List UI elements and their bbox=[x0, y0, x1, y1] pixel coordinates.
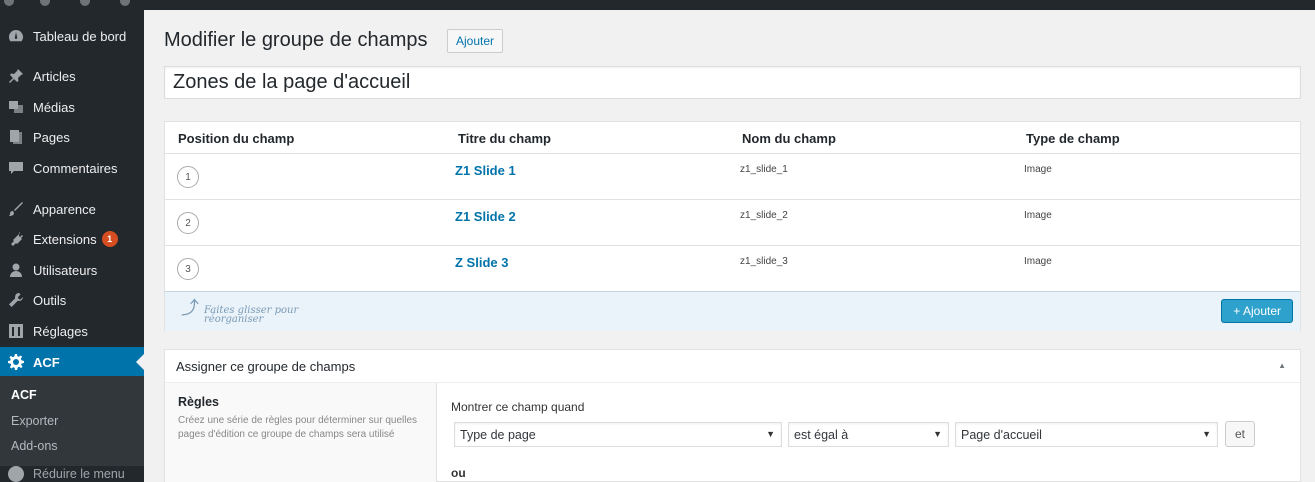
sidebar-item-label: Pages bbox=[33, 129, 70, 145]
collapse-menu-button[interactable]: Réduire le menu bbox=[0, 462, 144, 482]
submenu-item-acf[interactable]: ACF bbox=[11, 388, 37, 402]
field-title-link[interactable]: Z1 Slide 1 bbox=[455, 163, 516, 178]
location-rules-box: Assigner ce groupe de champs ▲ Règles Cr… bbox=[164, 349, 1301, 482]
sidebar-item-comments[interactable]: Commentaires bbox=[0, 153, 144, 183]
rule-operator-select[interactable]: est égal à ▼ bbox=[788, 422, 949, 447]
sidebar-item-extensions[interactable]: Extensions 1 bbox=[0, 224, 144, 254]
field-type: Image bbox=[1024, 256, 1052, 267]
sidebar-item-label: Médias bbox=[33, 99, 75, 115]
column-header-title: Titre du champ bbox=[458, 131, 551, 146]
table-row[interactable]: 1 Z1 Slide 1 z1_slide_1 Image bbox=[165, 154, 1300, 200]
sidebar-item-label: Outils bbox=[33, 292, 67, 308]
sidebar-item-label: Apparence bbox=[33, 201, 96, 217]
brush-icon bbox=[8, 201, 24, 217]
sidebar-item-media[interactable]: Médias bbox=[0, 92, 144, 122]
sidebar-item-settings[interactable]: Réglages bbox=[0, 316, 144, 346]
sidebar-item-label: Commentaires bbox=[33, 160, 118, 176]
rule-value-value: Page d'accueil bbox=[961, 427, 1042, 442]
comment-icon bbox=[8, 160, 24, 176]
pages-icon bbox=[8, 129, 24, 145]
add-field-button[interactable]: + Ajouter bbox=[1221, 299, 1293, 323]
plugin-icon bbox=[8, 231, 24, 247]
rules-description-panel: Règles Créez une série de règles pour dé… bbox=[165, 383, 437, 482]
column-header-type: Type de champ bbox=[1026, 131, 1120, 146]
dashboard-icon bbox=[8, 28, 24, 44]
rules-description: Créez une série de règles pour détermine… bbox=[178, 415, 418, 440]
sidebar-item-dashboard[interactable]: Tableau de bord bbox=[0, 21, 144, 51]
rule-param-value: Type de page bbox=[460, 427, 536, 442]
field-name: z1_slide_2 bbox=[740, 210, 788, 221]
sidebar-item-pages[interactable]: Pages bbox=[0, 122, 144, 152]
submenu-item-export[interactable]: Exporter bbox=[11, 414, 58, 428]
user-icon bbox=[8, 262, 24, 278]
table-row[interactable]: 3 Z Slide 3 z1_slide_3 Image bbox=[165, 246, 1300, 292]
admin-sidebar: Tableau de bord Articles Médias Pages Co… bbox=[0, 10, 144, 482]
settings-icon bbox=[8, 323, 24, 339]
field-type: Image bbox=[1024, 164, 1052, 175]
field-name: z1_slide_1 bbox=[740, 164, 788, 175]
collapse-toggle-icon[interactable]: ▲ bbox=[1278, 361, 1286, 370]
rule-value-select[interactable]: Page d'accueil ▼ bbox=[955, 422, 1218, 447]
wp-logo-icon[interactable] bbox=[4, 0, 14, 6]
update-count-badge: 1 bbox=[101, 231, 118, 247]
media-icon bbox=[8, 99, 24, 115]
table-row[interactable]: 2 Z1 Slide 2 z1_slide_2 Image bbox=[165, 200, 1300, 246]
curved-arrow-icon: ⤴ bbox=[181, 298, 199, 318]
rule-operator-value: est égal à bbox=[794, 427, 849, 442]
dropdown-arrow-icon: ▼ bbox=[766, 429, 775, 439]
add-and-rule-button[interactable]: et bbox=[1225, 421, 1255, 447]
sidebar-item-label: Extensions bbox=[33, 231, 97, 247]
location-box-title: Assigner ce groupe de champs bbox=[176, 359, 356, 374]
field-type: Image bbox=[1024, 210, 1052, 221]
dropdown-arrow-icon: ▼ bbox=[933, 429, 942, 439]
wrench-icon bbox=[8, 292, 24, 308]
collapse-label: Réduire le menu bbox=[33, 467, 125, 481]
field-name: z1_slide_3 bbox=[740, 256, 788, 267]
fields-table: Position du champ Titre du champ Nom du … bbox=[164, 121, 1301, 331]
page-title: Modifier le groupe de champs bbox=[164, 29, 428, 51]
submenu-item-addons[interactable]: Add-ons bbox=[11, 439, 58, 453]
or-label: ou bbox=[451, 466, 466, 480]
sidebar-item-users[interactable]: Utilisateurs bbox=[0, 255, 144, 285]
column-header-name: Nom du champ bbox=[742, 131, 836, 146]
sidebar-item-articles[interactable]: Articles bbox=[0, 61, 144, 91]
group-title-input[interactable]: Zones de la page d'accueil bbox=[164, 66, 1301, 99]
show-when-label: Montrer ce champ quand bbox=[451, 400, 585, 414]
collapse-icon bbox=[8, 466, 24, 482]
column-header-order: Position du champ bbox=[178, 131, 295, 146]
field-order-handle[interactable]: 1 bbox=[177, 166, 199, 188]
add-new-button[interactable]: Ajouter bbox=[447, 29, 504, 53]
fields-table-footer: ⤴ Faites glisser pour réorganiser + Ajou… bbox=[165, 291, 1300, 331]
dropdown-arrow-icon: ▼ bbox=[1202, 429, 1211, 439]
rule-param-select[interactable]: Type de page ▼ bbox=[454, 422, 782, 447]
acf-submenu: ACF Exporter Add-ons bbox=[0, 376, 144, 466]
field-order-handle[interactable]: 3 bbox=[177, 258, 199, 280]
sidebar-item-label: Réglages bbox=[33, 323, 88, 339]
sidebar-item-label: Tableau de bord bbox=[33, 28, 127, 44]
gear-icon bbox=[8, 354, 24, 370]
drag-hint: ⤴ Faites glisser pour réorganiser bbox=[181, 298, 314, 325]
fields-table-header: Position du champ Titre du champ Nom du … bbox=[165, 122, 1300, 154]
field-title-link[interactable]: Z1 Slide 2 bbox=[455, 209, 516, 224]
field-order-handle[interactable]: 2 bbox=[177, 212, 199, 234]
updates-icon[interactable] bbox=[80, 0, 90, 6]
rules-label: Règles bbox=[178, 395, 219, 409]
pin-icon bbox=[8, 68, 24, 84]
sidebar-item-tools[interactable]: Outils bbox=[0, 285, 144, 315]
sidebar-item-appearance[interactable]: Apparence bbox=[0, 194, 144, 224]
sidebar-item-label: Utilisateurs bbox=[33, 262, 98, 278]
comments-icon[interactable] bbox=[120, 0, 130, 6]
sidebar-item-label: Articles bbox=[33, 68, 76, 84]
admin-bar bbox=[0, 0, 1315, 10]
field-title-link[interactable]: Z Slide 3 bbox=[455, 255, 508, 270]
sidebar-item-label: ACF bbox=[33, 354, 60, 370]
location-box-header[interactable]: Assigner ce groupe de champs ▲ bbox=[165, 350, 1300, 383]
home-icon[interactable] bbox=[40, 0, 50, 6]
drag-hint-text: Faites glisser pour réorganiser bbox=[204, 305, 299, 325]
sidebar-item-acf[interactable]: ACF bbox=[0, 347, 144, 377]
